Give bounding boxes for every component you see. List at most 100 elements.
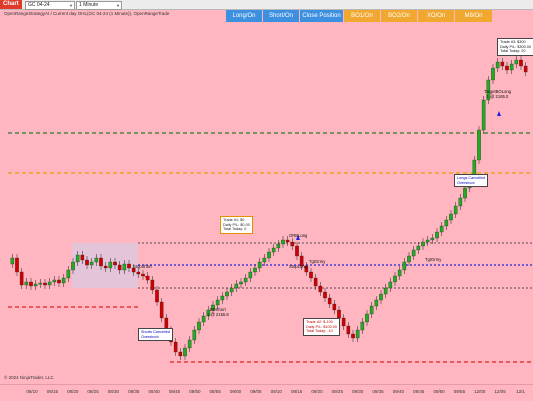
- time-axis: 08/10 08/15 08/20 08/25 08/30 08/35 08/40 08/45…: [0, 384, 533, 401]
- time-axis-tick: 09/00: [229, 389, 242, 394]
- time-axis-tick: 08/50: [189, 389, 201, 394]
- candle-body: [215, 299, 220, 306]
- candle-body: [444, 219, 449, 227]
- orb-short-entry-line2: 1 @ 2155.8: [207, 312, 229, 317]
- candle-body: [523, 65, 528, 73]
- candle-body: [15, 257, 19, 273]
- time-axis-tick: 09/10: [270, 389, 282, 394]
- candle-body: [150, 279, 155, 291]
- time-axis-tick: 12/05: [494, 389, 506, 394]
- candle-body: [509, 63, 514, 71]
- orb-long-label: ORBLong: [289, 233, 307, 238]
- candle-body: [313, 277, 318, 287]
- time-axis-tick: 09/15: [290, 389, 303, 394]
- candle-body: [108, 261, 113, 269]
- trade-1-line3: Total Today: 0: [223, 227, 247, 232]
- time-axis-tick: 12/00: [474, 389, 486, 394]
- time-axis-tick: 08/10: [26, 389, 38, 394]
- time-axis-tick: 08/40: [148, 389, 160, 394]
- time-axis-tick: 09/20: [311, 389, 323, 394]
- candle-body: [10, 257, 15, 265]
- trade-3-line3: Total Today: 20: [500, 49, 526, 54]
- candle-body: [253, 267, 257, 273]
- candle-body: [229, 287, 234, 293]
- candle-body: [220, 295, 225, 301]
- candle-body: [80, 254, 85, 261]
- candle-body: [103, 265, 108, 269]
- candle-body: [449, 213, 453, 221]
- orb-long-line1: ORBLong: [289, 233, 308, 238]
- candle-body: [481, 99, 486, 131]
- candle-body: [178, 351, 183, 357]
- time-axis-tick: 08/45: [168, 389, 181, 394]
- time-axis-tick: 08/25: [87, 389, 99, 394]
- time-axis-tick: 09/05: [250, 389, 262, 394]
- candle-body: [57, 279, 61, 284]
- candle-body: [38, 282, 43, 285]
- candle-body: [136, 271, 141, 275]
- candle-body: [285, 239, 290, 243]
- trade-1-box: Trade #1: $0 Daily P/L: $0.00 Total Toda…: [220, 216, 253, 234]
- time-axis-tick: 08/15: [46, 389, 58, 394]
- shorts-cancelled-box: Shorts Cancelled Overshoot: [138, 328, 173, 342]
- candle-body: [453, 205, 458, 215]
- candle-body: [439, 225, 444, 233]
- copyright-text: © 2024 NinjaTrader, LLC: [4, 375, 54, 380]
- candle-body: [491, 67, 495, 81]
- trade-3-box: Trade #3: $300 Daily P/L: $300.00 Total …: [497, 38, 533, 56]
- time-axis-tick: 09/40: [392, 389, 405, 394]
- candle-body: [407, 255, 411, 263]
- candle-body: [271, 247, 276, 253]
- candle-body: [243, 277, 248, 283]
- candle-body: [141, 273, 145, 277]
- trade-2-line1: Trade #2: $-100: [306, 320, 333, 324]
- target-long-label: TargetBOLong 1 @ 2165.0: [484, 89, 511, 99]
- candle-body: [351, 333, 355, 339]
- candle-body: [94, 257, 99, 263]
- candle-body: [239, 281, 243, 285]
- time-axis-tick: 09/50: [433, 389, 445, 394]
- price-chart[interactable]: [0, 0, 533, 384]
- candle-body: [89, 261, 94, 266]
- candle-body: [117, 264, 122, 271]
- candle-body: [383, 287, 388, 295]
- candle-body: [430, 237, 435, 241]
- candle-body: [463, 187, 467, 199]
- candle-body: [327, 297, 332, 305]
- candle-body: [197, 321, 201, 331]
- candle-body: [173, 341, 178, 353]
- candle-body: [267, 251, 271, 259]
- candle-body: [122, 263, 127, 271]
- target-long-line2: 1 @ 2165.0: [486, 94, 509, 99]
- candle-body: [332, 303, 337, 311]
- candle-body: [99, 257, 103, 267]
- candle-body: [500, 61, 505, 67]
- candle-body: [421, 241, 425, 247]
- candle-body: [519, 59, 523, 67]
- candle-body: [388, 281, 393, 289]
- candle-body: [505, 65, 509, 71]
- candle-body: [187, 339, 192, 349]
- time-axis-tick: 08/30: [107, 389, 120, 394]
- time-axis-tick: 09/55: [453, 389, 466, 394]
- candle-body: [43, 282, 47, 286]
- candle-body: [365, 313, 369, 323]
- candle-body: [127, 263, 131, 269]
- target-marker: [497, 111, 501, 116]
- candle-body: [416, 245, 421, 251]
- candle-body: [369, 305, 374, 315]
- candle-body: [66, 269, 71, 279]
- tp-label-2: TgtOrmy: [425, 257, 442, 262]
- candle-body: [225, 291, 229, 297]
- candle-body: [234, 283, 239, 289]
- candle-body: [360, 321, 365, 331]
- candle-body: [411, 249, 416, 257]
- time-axis-tick: 09/35: [372, 389, 384, 394]
- candle-body: [435, 231, 439, 239]
- longs-cancelled-line1: Longs Cancelled: [457, 176, 486, 180]
- candle-body: [425, 239, 430, 243]
- time-axis-tick: 08/35: [128, 389, 140, 394]
- time-axis-tick: 09/25: [331, 389, 343, 394]
- candle-body: [85, 259, 89, 266]
- candle-body: [514, 59, 519, 65]
